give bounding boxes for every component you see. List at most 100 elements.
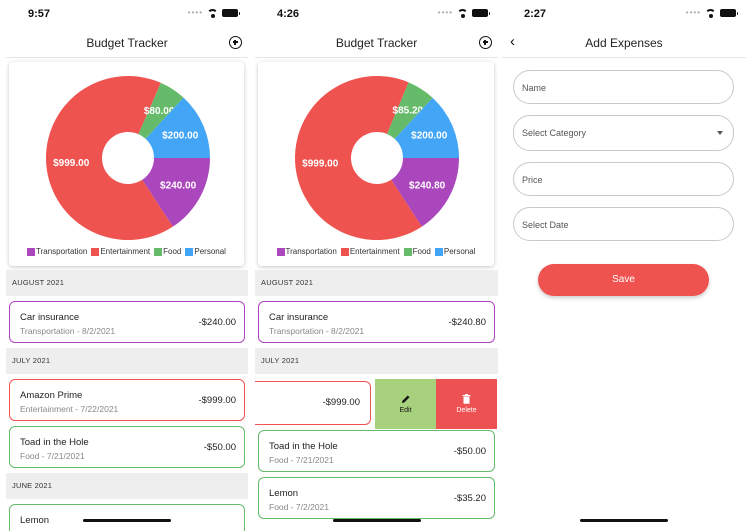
price-field[interactable]: Price — [513, 162, 734, 196]
expense-pie-chart: $240.80$999.00$85.20$200.00 — [295, 76, 459, 240]
expense-subtitle: Transportation - 8/2/2021 — [20, 326, 116, 336]
status-time: 2:27 — [524, 8, 547, 20]
section-header: AUGUST 2021 — [255, 270, 498, 296]
legend-swatch — [91, 247, 100, 256]
page-title: Budget Tracker — [86, 36, 168, 50]
expense-subtitle: Food - 7/21/2021 — [20, 451, 85, 461]
status-time: 9:57 — [28, 8, 51, 20]
expense-card[interactable]: -$999.00 — [255, 381, 371, 425]
home-indicator[interactable] — [83, 519, 171, 522]
page-title: Budget Tracker — [335, 36, 418, 50]
status-bar: 2:27 •••• — [502, 0, 746, 26]
expense-card[interactable]: Toad in the Hole Food - 7/21/2021 -$50.0… — [9, 426, 245, 468]
expense-amount: -$240.00 — [198, 317, 236, 328]
legend-item-entertainment: Entertainment — [340, 247, 400, 256]
dropdown-arrow-icon — [717, 131, 723, 135]
expense-card[interactable]: Car insurance Transportation - 8/2/2021 … — [258, 301, 495, 343]
expense-subtitle: Transportation - 8/2/2021 — [269, 326, 365, 336]
status-bar: 9:57 •••• — [6, 0, 248, 26]
home-indicator[interactable] — [332, 519, 421, 522]
home-indicator[interactable] — [580, 519, 668, 522]
expense-subtitle: Entertainment - 7/22/2021 — [20, 404, 119, 414]
battery-icon — [222, 9, 240, 17]
chart-legend: Transportation Entertainment Food Person… — [258, 247, 494, 256]
add-circle-icon[interactable] — [479, 36, 492, 49]
status-time: 4:26 — [277, 8, 300, 20]
expense-list: AUGUST 2021 Car insurance Transportation… — [6, 270, 248, 531]
pie-slice-label: $999.00 — [53, 158, 90, 169]
delete-label: Delete — [456, 407, 477, 414]
add-expenses-screen: 2:27 •••• ‹ Add Expenses Name Select Cat… — [502, 0, 746, 531]
legend-swatch — [434, 247, 443, 256]
expense-name: Toad in the Hole — [269, 441, 338, 452]
chart-card: $240.80 $999.00 $85.20 $200.00 Transportati… — [258, 62, 494, 266]
legend-label: Transportation — [36, 247, 88, 256]
legend-swatch — [403, 247, 412, 256]
expense-card[interactable]: Lemon Food - 7/2/2021 -$35.20 — [258, 477, 495, 519]
legend-item-personal: Personal — [185, 247, 226, 256]
expense-card[interactable]: Amazon Prime Entertainment - 7/22/2021 -… — [9, 379, 245, 421]
wifi-icon — [457, 8, 468, 18]
wifi-icon — [705, 8, 716, 18]
trash-icon — [462, 394, 471, 404]
delete-button[interactable]: Delete — [436, 379, 497, 429]
field-placeholder: Select Date — [522, 220, 569, 230]
category-select[interactable]: Select Category — [513, 115, 734, 151]
legend-item-food: Food — [403, 247, 431, 256]
expense-amount: -$50.00 — [453, 446, 486, 457]
expense-amount: -$35.20 — [453, 493, 486, 504]
expense-name: Toad in the Hole — [20, 437, 89, 448]
signal-icon: •••• — [187, 8, 203, 17]
swiped-expense-row[interactable]: -$999.00 Edit Delete — [255, 379, 498, 429]
legend-swatch — [27, 247, 36, 256]
expense-subtitle: Food - 7/2/2021 — [269, 502, 330, 512]
legend-item-transportation: Transportation — [276, 247, 337, 256]
legend-label: Transportation — [285, 247, 337, 256]
expense-amount: -$999.00 — [322, 397, 360, 408]
battery-icon — [720, 9, 738, 17]
signal-icon: •••• — [685, 8, 701, 17]
expense-list: AUGUST 2021 Car insurance Transportation… — [255, 270, 498, 524]
legend-label: Food — [163, 247, 182, 256]
expense-name: Car insurance — [269, 312, 329, 323]
page-title: Add Expenses — [585, 36, 663, 50]
legend-item-food: Food — [154, 247, 181, 256]
legend-label: Entertainment — [349, 247, 400, 256]
field-placeholder: Name — [522, 83, 547, 93]
section-header: AUGUST 2021 — [6, 270, 248, 296]
expense-card[interactable]: Toad in the Hole Food - 7/21/2021 -$50.0… — [258, 430, 495, 472]
expense-amount: -$50.00 — [203, 442, 236, 453]
status-icons: •••• — [187, 8, 240, 18]
save-button[interactable]: Save — [538, 264, 709, 296]
add-circle-icon[interactable] — [229, 36, 242, 49]
app-bar: ‹ Add Expenses — [502, 28, 746, 58]
wifi-icon — [207, 8, 218, 18]
date-field[interactable]: Select Date — [513, 207, 734, 241]
expense-name: Lemon — [269, 488, 299, 499]
legend-item-personal: Personal — [434, 247, 476, 256]
expense-name: Lemon — [20, 515, 50, 526]
legend-label: Personal — [443, 247, 476, 256]
expense-subtitle: Food - 7/21/2021 — [269, 455, 334, 465]
budget-tracker-screen-1: 9:57 •••• Budget Tracker $240.00 $999.00 $… — [6, 0, 248, 531]
legend-label: Personal — [194, 247, 226, 256]
name-field[interactable]: Name — [513, 70, 734, 104]
add-expense-form: Name Select Category Price Select Date — [513, 70, 734, 252]
expense-name: Car insurance — [20, 312, 80, 323]
edit-button[interactable]: Edit — [375, 379, 436, 429]
pie-slice-label: $200.00 — [162, 131, 199, 142]
status-icons: •••• — [685, 8, 738, 18]
expense-card[interactable]: Lemon — [9, 504, 245, 531]
expense-amount: -$999.00 — [198, 395, 236, 406]
expense-card[interactable]: Car insurance Transportation - 8/2/2021 … — [9, 301, 245, 343]
expense-amount: -$240.80 — [448, 317, 486, 328]
pie-slice-label: $240.00 — [160, 181, 197, 192]
pencil-icon — [401, 395, 409, 403]
field-placeholder: Price — [522, 175, 543, 185]
app-bar: Budget Tracker — [6, 28, 248, 58]
field-placeholder: Select Category — [522, 128, 587, 138]
app-bar: Budget Tracker — [255, 28, 498, 58]
legend-swatch — [276, 247, 285, 256]
legend-swatch — [154, 247, 163, 256]
status-icons: •••• — [438, 8, 490, 18]
